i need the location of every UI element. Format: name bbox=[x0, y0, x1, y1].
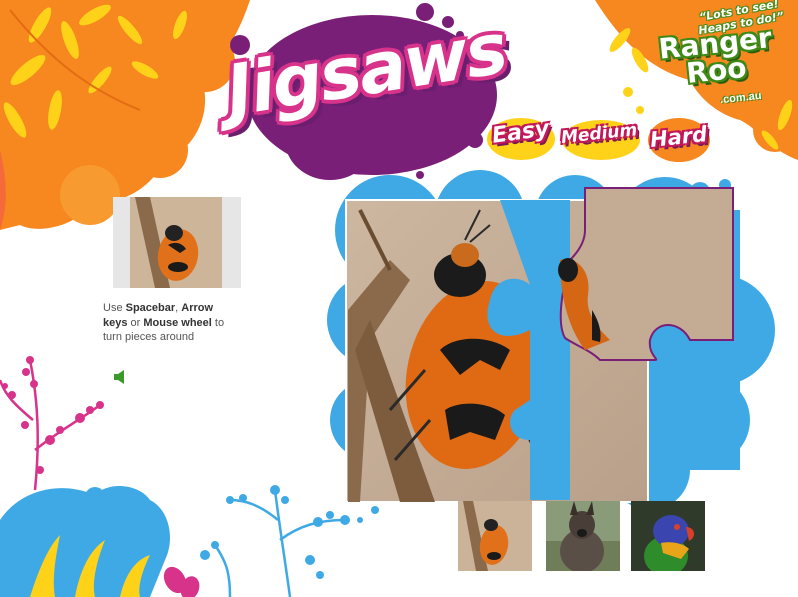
jigsaw-game-screen: Jigsaws Easy Medium Hard “Lots to see! H… bbox=[0, 0, 798, 597]
preview-image bbox=[113, 197, 241, 288]
lorikeet-thumbnail-picture bbox=[631, 501, 705, 571]
thumbnail-ladybird[interactable] bbox=[458, 501, 532, 571]
logo-name: Ranger Roo bbox=[657, 21, 773, 90]
wallaby-thumbnail-picture bbox=[546, 501, 620, 571]
instructions-key-spacebar: Spacebar bbox=[125, 302, 176, 314]
orange-splash-top-left bbox=[0, 0, 250, 230]
instructions-key-mouse-wheel: Mouse wheel bbox=[143, 316, 212, 329]
loose-piece[interactable] bbox=[558, 187, 734, 361]
speaker-icon[interactable] bbox=[113, 369, 127, 385]
thumbnail-wallaby[interactable] bbox=[546, 501, 620, 571]
instructions-prefix: Use bbox=[103, 302, 126, 314]
puzzle-board[interactable] bbox=[330, 170, 750, 510]
ladybird-preview-picture bbox=[130, 197, 222, 288]
bottom-left-foliage bbox=[0, 356, 379, 597]
thumbnail-lorikeet[interactable] bbox=[631, 501, 705, 571]
instructions-text: Use Spacebar, Arrow keys or Mouse wheel … bbox=[103, 301, 238, 345]
ladybird-thumbnail-picture bbox=[458, 501, 532, 571]
instructions-sep2: or bbox=[127, 316, 144, 329]
